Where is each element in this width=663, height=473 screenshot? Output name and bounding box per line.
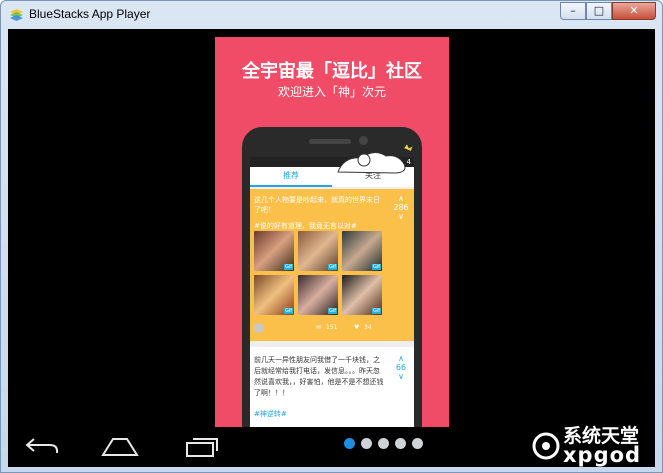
gif-thumbnail[interactable]: Gif bbox=[298, 275, 338, 315]
slide-headline: 全宇宙最「逗比」社区 bbox=[242, 61, 422, 82]
title-bar[interactable]: BlueStacks App Player – □ ✕ bbox=[1, 1, 662, 29]
post-card[interactable]: 这几个人物要是吵起来，就真的世界末日了吧！ #说的好有道理，我竟无言以对# ∧ … bbox=[250, 189, 414, 341]
post-tag[interactable]: #神逆转# bbox=[254, 409, 287, 419]
vote-widget: ∧ 286 ∨ bbox=[392, 195, 410, 221]
vote-widget: ∧ 66 ∨ bbox=[392, 355, 410, 381]
comment-icon[interactable]: ✉ bbox=[316, 324, 321, 331]
avatar[interactable] bbox=[254, 323, 264, 333]
page-dot[interactable] bbox=[395, 438, 406, 449]
maximize-icon: □ bbox=[593, 4, 605, 17]
downvote-icon[interactable]: ∨ bbox=[392, 213, 410, 221]
post-card[interactable]: 前几天一异性朋友问我借了一千块钱，之后就经常给我打电话，发信息。。。昨天忽然说喜… bbox=[250, 347, 414, 429]
gif-badge: Gif bbox=[371, 308, 381, 314]
bluestacks-logo-icon bbox=[10, 9, 23, 21]
page-dot[interactable] bbox=[361, 438, 372, 449]
phone-display: 4 推荐 关注 这几个人物要是吵起来，就真的世界末日了吧！ #说的好有道理，我竟… bbox=[250, 157, 414, 429]
like-count: 34 bbox=[364, 324, 372, 331]
upvote-icon[interactable]: ∧ bbox=[392, 355, 410, 363]
watermark-logo-icon bbox=[532, 432, 560, 460]
onboarding-slide[interactable]: 全宇宙最「逗比」社区 欢迎进入「神」次元 4 推荐 关注 这几个人物要是吵起来，… bbox=[215, 37, 449, 429]
gif-thumbnail[interactable]: Gif bbox=[298, 231, 338, 271]
page-dot[interactable] bbox=[378, 438, 389, 449]
page-indicator bbox=[344, 438, 423, 449]
watermark: 系统天堂 xpgod bbox=[531, 421, 661, 471]
watermark-bottom-text: xpgod bbox=[563, 443, 642, 467]
gif-badge: Gif bbox=[283, 264, 293, 270]
gif-thumbnail[interactable]: Gif bbox=[254, 275, 294, 315]
mascot-cat-illustration bbox=[337, 143, 414, 174]
maximize-button[interactable]: □ bbox=[586, 2, 612, 20]
app-window: BlueStacks App Player – □ ✕ 全宇宙最「逗比」社区 欢… bbox=[0, 0, 663, 473]
minimize-button[interactable]: – bbox=[560, 2, 586, 20]
gif-badge: Gif bbox=[327, 264, 337, 270]
like-icon[interactable]: ♥ bbox=[354, 324, 359, 331]
minimize-icon: – bbox=[570, 4, 576, 17]
gif-badge: Gif bbox=[371, 264, 381, 270]
comment-count: 151 bbox=[326, 324, 338, 331]
home-icon[interactable] bbox=[100, 435, 140, 457]
page-dot[interactable] bbox=[412, 438, 423, 449]
post-text: 前几天一异性朋友问我借了一千块钱，之后就经常给我打电话，发信息。。。昨天忽然说喜… bbox=[254, 356, 384, 397]
page-dot[interactable] bbox=[344, 438, 355, 449]
slide-subline: 欢迎进入「神」次元 bbox=[277, 85, 386, 99]
post-text: 这几个人物要是吵起来，就真的世界末日了吧！ bbox=[254, 196, 380, 214]
recent-apps-icon[interactable] bbox=[184, 435, 220, 457]
gif-thumbnail[interactable]: Gif bbox=[342, 231, 382, 271]
post-tag[interactable]: #说的好有道理，我竟无言以对# bbox=[254, 221, 357, 231]
close-icon: ✕ bbox=[629, 4, 639, 17]
gif-thumbnail[interactable]: Gif bbox=[342, 275, 382, 315]
window-title: BlueStacks App Player bbox=[29, 7, 151, 21]
tab-recommended[interactable]: 推荐 bbox=[250, 167, 332, 187]
gif-badge: Gif bbox=[283, 308, 293, 314]
photo-grid: Gif Gif Gif Gif Gif Gif bbox=[254, 231, 382, 315]
gif-badge: Gif bbox=[327, 308, 337, 314]
close-button[interactable]: ✕ bbox=[612, 2, 656, 20]
post-footer: ✉ 151 ♥ 34 bbox=[254, 323, 404, 335]
downvote-icon[interactable]: ∨ bbox=[392, 373, 410, 381]
gif-thumbnail[interactable]: Gif bbox=[254, 231, 294, 271]
upvote-icon[interactable]: ∧ bbox=[392, 195, 410, 203]
back-icon[interactable] bbox=[24, 435, 60, 457]
